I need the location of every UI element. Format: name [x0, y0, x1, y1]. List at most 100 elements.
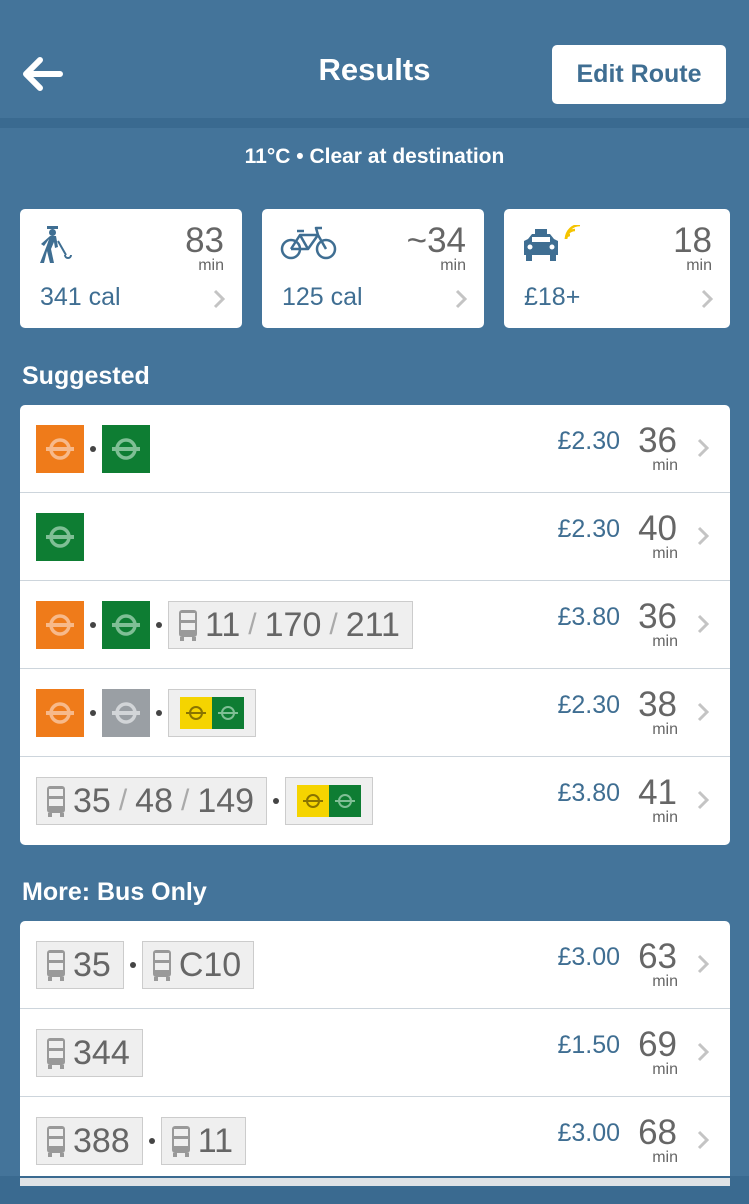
chevron-right-icon [696, 701, 710, 728]
top-bar-divider [0, 118, 749, 128]
route-row[interactable]: 388 11 £3.00 68 min [20, 1097, 730, 1185]
route-time: 40 [638, 509, 677, 548]
bus-number: 388 [73, 1121, 130, 1160]
route-time-unit: min [652, 1149, 678, 1166]
bus-number: 149 [197, 781, 255, 820]
bus-number: 211 [345, 605, 400, 644]
chevron-right-icon [696, 525, 710, 552]
route-row[interactable]: 35 C10 £3.00 63 min [20, 921, 730, 1009]
route-time-unit: min [652, 545, 678, 562]
taxi-icon [522, 223, 588, 270]
overground-roundel-icon [36, 425, 84, 473]
weather-info: 11°C • Clear at destination [244, 145, 505, 168]
walk-time-unit: min [198, 257, 224, 274]
bus-number: C10 [178, 945, 242, 984]
bus-icon [152, 950, 171, 981]
route-row[interactable]: 11 / 170 / 211 £3.80 36 min [20, 581, 730, 669]
edit-route-button[interactable]: Edit Route [552, 45, 726, 104]
bike-calories: 125 cal [282, 283, 363, 311]
walk-time: 83 [185, 221, 224, 260]
bus-icon [47, 1038, 65, 1069]
route-price: £3.00 [557, 943, 620, 971]
bottom-divider [20, 1178, 730, 1186]
walk-calories: 341 cal [40, 283, 121, 311]
overground-roundel-icon [36, 689, 84, 737]
chevron-right-icon [700, 289, 714, 314]
taxi-card[interactable]: 18 min £18+ [504, 209, 730, 328]
overground-roundel-icon [36, 601, 84, 649]
taxi-time: 18 [673, 221, 712, 260]
bus-number: 11 [197, 1121, 234, 1160]
bike-card[interactable]: ~34 min 125 cal [262, 209, 484, 328]
route-time-unit: min [652, 457, 678, 474]
bus-separator: / [181, 784, 190, 817]
bus-badge: 344 [36, 1029, 143, 1077]
suggested-heading: Suggested [22, 362, 150, 390]
chevron-right-icon [696, 1129, 710, 1156]
route-time-unit: min [652, 633, 678, 650]
chevron-right-icon [696, 789, 710, 816]
route-price: £3.80 [557, 603, 620, 631]
underground-roundel-icon [102, 689, 150, 737]
route-row[interactable]: 35 / 48 / 149 £3.80 41 min [20, 757, 730, 845]
bus-number: 35 [73, 945, 111, 984]
bus-badge: 388 [36, 1117, 143, 1165]
walk-card[interactable]: 83 min 341 cal [20, 209, 242, 328]
bus-icon [171, 1126, 190, 1157]
route-time: 63 [638, 937, 677, 976]
bike-time-unit: min [440, 257, 466, 274]
bike-icon [280, 225, 338, 266]
bus-only-list: 35 C10 £3.00 63 min 344 £1.50 69 min 388… [20, 921, 730, 1204]
route-row[interactable]: £2.30 38 min [20, 669, 730, 757]
chevron-right-icon [696, 613, 710, 640]
circle-district-roundel-icon [285, 777, 374, 825]
circle-district-roundel-icon [168, 689, 256, 737]
route-price: £2.30 [557, 427, 620, 455]
taxi-time-unit: min [686, 257, 712, 274]
route-time-unit: min [652, 721, 678, 738]
bus-only-heading: More: Bus Only [22, 878, 207, 906]
bus-number: 48 [135, 781, 173, 820]
bus-badge: 11 [160, 1117, 247, 1165]
taxi-fare: £18+ [524, 283, 581, 311]
bus-separator: / [248, 608, 257, 641]
bus-number: 35 [73, 781, 111, 820]
route-time: 36 [638, 421, 677, 460]
route-price: £3.00 [557, 1119, 620, 1147]
route-time-unit: min [652, 1061, 678, 1078]
route-time-unit: min [652, 973, 678, 990]
district-roundel-icon [36, 513, 84, 561]
district-roundel-icon [102, 601, 150, 649]
chevron-right-icon [454, 289, 468, 314]
bus-number: 170 [264, 605, 322, 644]
chevron-right-icon [696, 437, 710, 464]
bus-number: 11 [205, 605, 241, 644]
bus-icon [179, 610, 197, 641]
walk-icon [38, 225, 74, 270]
bus-badge: 35 [36, 941, 124, 989]
route-time-unit: min [652, 809, 678, 826]
route-row[interactable]: £2.30 36 min [20, 405, 730, 493]
route-time: 68 [638, 1113, 677, 1152]
bus-icon [47, 786, 65, 817]
route-time: 69 [638, 1025, 677, 1064]
route-time: 38 [638, 685, 677, 724]
bus-badge: C10 [141, 941, 255, 989]
bus-badge: 35 / 48 / 149 [36, 777, 268, 825]
chevron-right-icon [212, 289, 226, 314]
route-price: £1.50 [557, 1031, 620, 1059]
bus-icon [47, 1126, 65, 1157]
route-price: £3.80 [557, 779, 620, 807]
bus-number: 344 [73, 1033, 130, 1072]
route-row[interactable]: £2.30 40 min [20, 493, 730, 581]
bus-separator: / [329, 608, 338, 641]
route-time: 36 [638, 597, 677, 636]
bus-separator: / [118, 784, 128, 817]
route-row[interactable]: 344 £1.50 69 min [20, 1009, 730, 1097]
bus-icon [47, 950, 65, 981]
chevron-right-icon [696, 953, 710, 980]
chevron-right-icon [696, 1041, 710, 1068]
route-price: £2.30 [557, 515, 620, 543]
district-roundel-icon [102, 425, 150, 473]
bus-badge: 11 / 170 / 211 [168, 601, 413, 649]
